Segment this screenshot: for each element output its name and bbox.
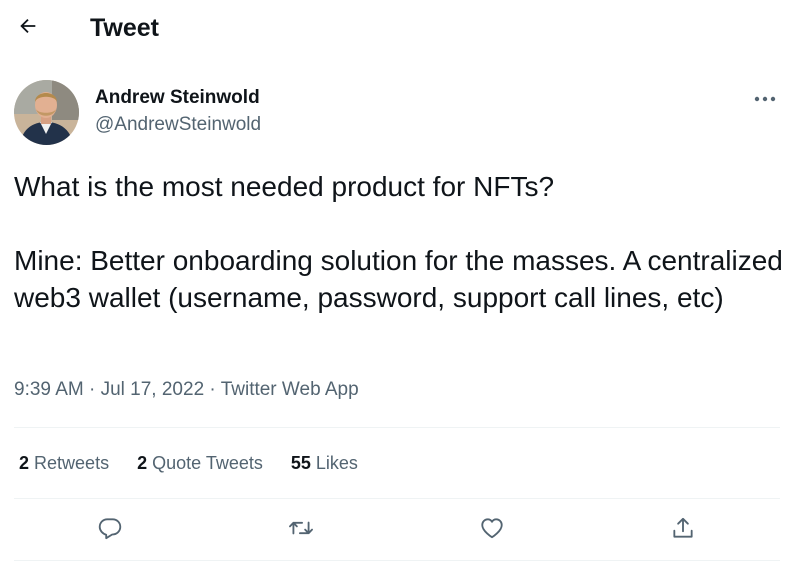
author-handle[interactable]: @AndrewSteinwold: [95, 114, 261, 136]
tweet-source-link[interactable]: Twitter Web App: [221, 379, 359, 400]
meta-separator: ·: [89, 379, 96, 400]
divider: [14, 427, 780, 428]
retweet-button[interactable]: [285, 514, 317, 546]
author-name[interactable]: Andrew Steinwold: [95, 87, 260, 109]
arrow-left-icon: [17, 15, 39, 42]
more-horizontal-icon: [754, 89, 776, 107]
likes-count: 55: [290, 453, 311, 473]
retweet-icon: [287, 515, 315, 546]
share-icon: [670, 515, 696, 546]
like-button[interactable]: [476, 514, 508, 546]
back-button[interactable]: [14, 14, 42, 42]
tweet-header: Tweet: [0, 0, 800, 56]
share-button[interactable]: [667, 514, 699, 546]
tweet-text: What is the most needed product for NFTs…: [14, 171, 783, 313]
retweets-label: Retweets: [34, 453, 110, 473]
reply-icon: [97, 515, 123, 546]
quote-tweets-count: 2: [137, 453, 148, 473]
retweets-stat[interactable]: 2 Retweets: [19, 450, 109, 476]
tweet-time: 9:39 AM: [14, 379, 84, 400]
likes-label: Likes: [315, 453, 358, 473]
avatar[interactable]: [14, 80, 79, 145]
divider: [14, 498, 780, 499]
quote-tweets-stat[interactable]: 2 Quote Tweets: [137, 450, 263, 476]
retweets-count: 2: [19, 453, 30, 473]
meta-separator: ·: [209, 379, 216, 400]
reply-button[interactable]: [94, 514, 126, 546]
heart-icon: [479, 515, 505, 546]
tweet-stats: 2 Retweets 2 Quote Tweets 55 Likes: [19, 450, 358, 476]
more-options-button[interactable]: [750, 86, 780, 110]
quote-tweets-label: Quote Tweets: [152, 453, 263, 473]
likes-stat[interactable]: 55 Likes: [291, 450, 358, 476]
action-bar: [0, 510, 800, 550]
tweet-meta: 9:39 AM · Jul 17, 2022 · Twitter Web App: [14, 377, 359, 403]
tweet-time-link[interactable]: 9:39 AM · Jul 17, 2022: [14, 379, 204, 400]
tweet-date: Jul 17, 2022: [100, 379, 205, 400]
divider: [14, 560, 780, 561]
page-title: Tweet: [90, 14, 159, 42]
